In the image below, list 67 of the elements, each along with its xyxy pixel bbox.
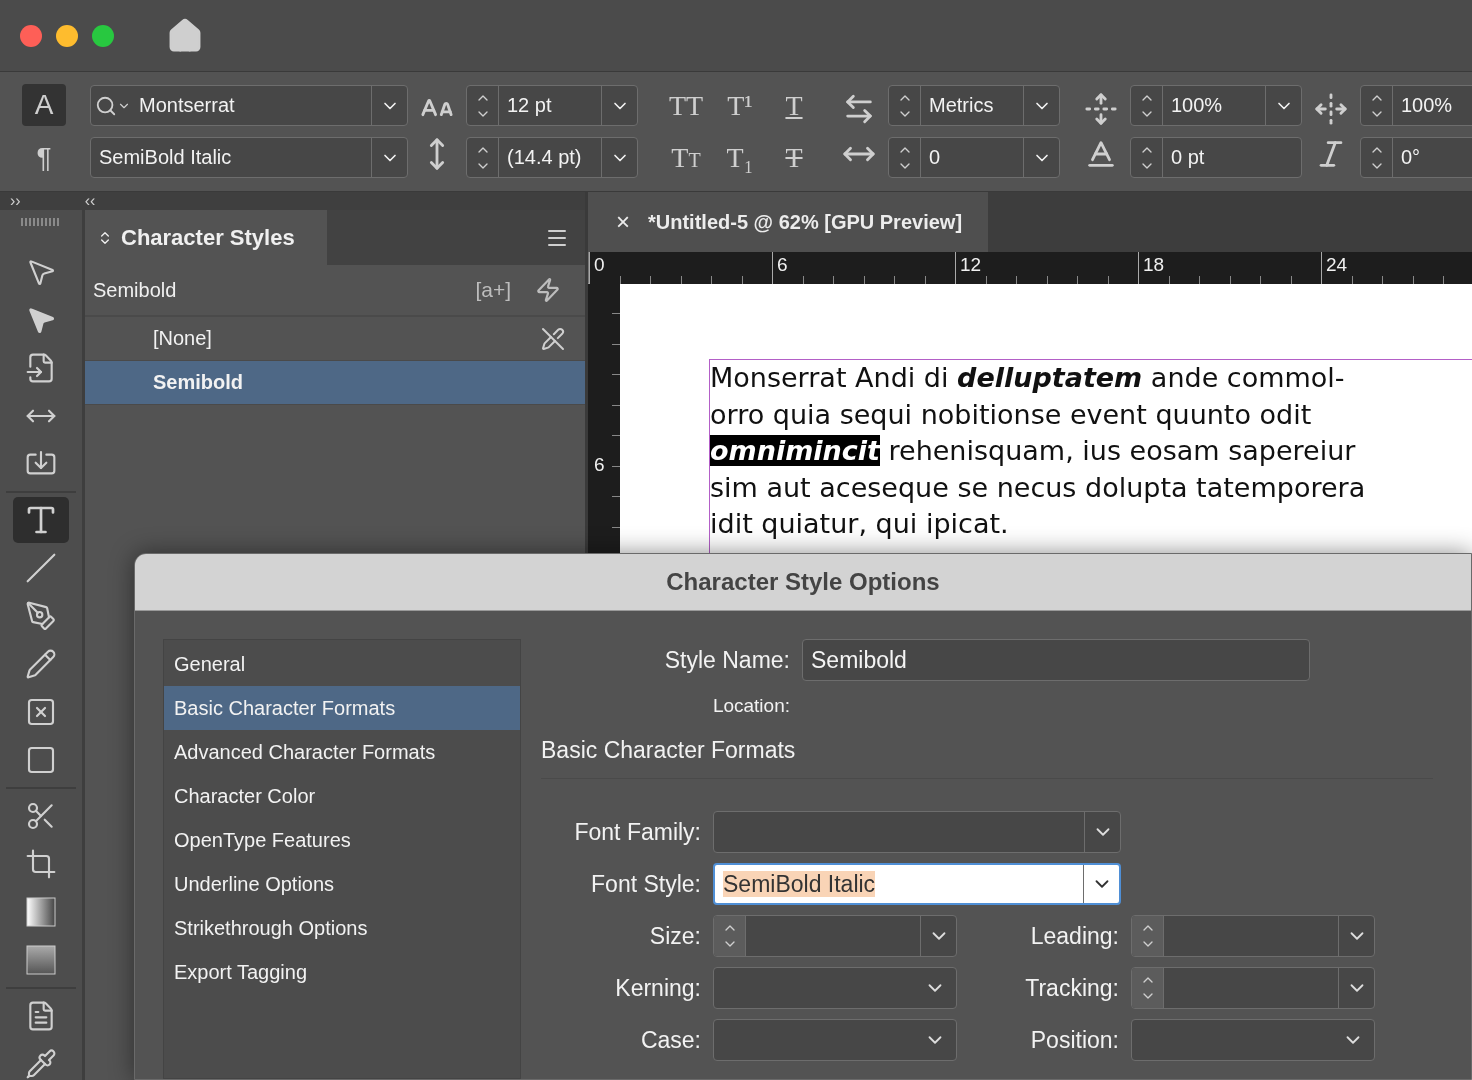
type-style-button[interactable]: T [770, 137, 818, 178]
section-list-item[interactable]: Strikethrough Options [164, 906, 520, 950]
font-size-combo[interactable]: 12 pt [466, 85, 638, 126]
stepper-button[interactable] [1132, 968, 1164, 1008]
style-list-item[interactable]: Semibold [85, 361, 585, 405]
dialog-title: Character Style Options [135, 554, 1471, 611]
type-style-button[interactable]: T₁ [716, 137, 764, 178]
type-style-button[interactable]: TT [662, 85, 710, 126]
section-list-item[interactable]: Underline Options [164, 862, 520, 906]
baseline-shift-combo[interactable]: 0 pt [1130, 137, 1302, 178]
field-label: Position: [1029, 1026, 1119, 1054]
font-family-combo[interactable]: Montserrat [90, 85, 408, 126]
pencil-icon [25, 648, 57, 680]
minimize-window-button[interactable] [56, 24, 78, 47]
section-list-item[interactable]: General [164, 642, 520, 686]
search-icon [95, 94, 117, 117]
document-tab[interactable]: × *Untitled-5 @ 62% [GPU Preview] [588, 192, 989, 252]
feather-square-icon [25, 944, 57, 976]
panel-title: Character Styles [121, 224, 295, 251]
panel-tab[interactable]: Character Styles [85, 210, 327, 265]
zoom-window-button[interactable] [92, 24, 114, 47]
section-list-item[interactable]: Character Color [164, 774, 520, 818]
tool-button[interactable] [13, 497, 69, 543]
field-label: Tracking: [1024, 974, 1119, 1002]
style-name-field[interactable]: Semibold [802, 639, 1310, 681]
new-style-button[interactable]: [a+] [475, 278, 511, 302]
close-tab-button[interactable]: × [616, 208, 630, 236]
stepper-button[interactable] [1132, 916, 1164, 956]
section-list-item[interactable]: OpenType Features [164, 818, 520, 862]
dropdown-field[interactable] [1131, 1019, 1375, 1061]
eyedropper-icon [25, 1048, 57, 1080]
tracking-combo[interactable]: 0 [888, 137, 1060, 178]
pen-icon [25, 600, 57, 632]
kerning-combo[interactable]: Metrics [888, 85, 1060, 126]
gradient-icon [25, 896, 57, 928]
line-icon [25, 552, 57, 584]
field-label: Case: [639, 1026, 701, 1054]
type-style-button[interactable]: Tt [662, 137, 710, 178]
collapse-button[interactable]: ‹‹ [84, 192, 96, 210]
section-list-item[interactable]: Advanced Character Formats [164, 730, 520, 774]
horizontal-scale-combo[interactable]: 100% [1360, 85, 1472, 126]
horizontal-ruler: 0 6 12 18 24 [588, 252, 1472, 284]
grip-icon[interactable] [21, 218, 61, 226]
expand-button[interactable]: ›› [10, 192, 21, 210]
type-style-button[interactable]: T [770, 85, 818, 126]
mode-button[interactable]: A [22, 84, 66, 126]
lightning-icon[interactable] [535, 277, 561, 303]
mode-button[interactable]: ¶ [22, 137, 66, 179]
current-style-name: Semibold [93, 278, 177, 302]
close-window-button[interactable] [20, 24, 42, 47]
crossed-frame-icon [25, 696, 57, 728]
field-label: Location: [711, 695, 790, 717]
dropdown-field[interactable] [713, 967, 957, 1009]
type-style-button[interactable]: T¹ [716, 85, 764, 126]
rectangle-icon [25, 744, 57, 776]
field-label: Leading: [1029, 922, 1119, 950]
skew-combo[interactable]: 0° [1360, 137, 1472, 178]
dropdown-field[interactable] [713, 811, 1121, 853]
leading-combo[interactable]: (14.4 pt) [466, 137, 638, 178]
dropdown-field[interactable]: SemiBold Italic [713, 863, 1121, 905]
vertical-scale-combo[interactable]: 100% [1130, 85, 1302, 126]
font-style-combo[interactable]: SemiBold Italic [90, 137, 408, 178]
stepper-button[interactable] [714, 916, 746, 956]
dropdown-field[interactable] [713, 1019, 957, 1061]
field-label: Size: [648, 922, 701, 950]
section-list-item[interactable]: Basic Character Formats [164, 686, 520, 730]
section-list-item[interactable]: Export Tagging [164, 950, 520, 994]
